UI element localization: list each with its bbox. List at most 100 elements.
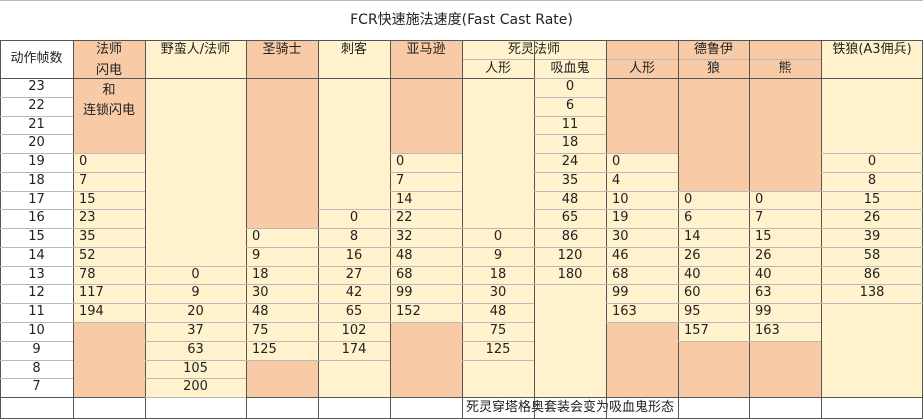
- grid-line: [0, 153, 73, 155]
- header-necromancer-human: 人形: [462, 59, 534, 78]
- grid-line: [145, 284, 246, 286]
- grid-line: [318, 322, 390, 323]
- grid-line: [0, 359, 73, 361]
- grid-line: [606, 322, 678, 323]
- sorceress-note-line: 和: [102, 83, 116, 98]
- grid-line: [678, 190, 749, 192]
- sorceress-note-line: 连锁闪电: [82, 103, 135, 118]
- grid-line: [390, 171, 462, 173]
- fcr-value: 163: [755, 323, 780, 338]
- table-title: FCR快速施法速度(Fast Cast Rate): [350, 12, 573, 28]
- grid-line: [246, 246, 318, 248]
- fcr-value: 6: [565, 97, 575, 113]
- fcr-value: 86: [863, 266, 881, 282]
- fcr-value: 48: [252, 304, 269, 320]
- frame-number: 21: [0, 115, 73, 135]
- fcr-value: 26: [684, 247, 701, 263]
- grid-line: [606, 40, 607, 419]
- fcr-value: 40: [684, 266, 701, 282]
- header-druid-bear: 熊: [749, 59, 821, 78]
- fcr-table-sheet: FCR快速施法速度(Fast Cast Rate) 死灵穿塔格奥套装会变为吸血鬼…: [0, 0, 923, 419]
- fcr-value: 8: [867, 172, 877, 188]
- grid-line: [0, 284, 73, 286]
- grid-line: [821, 153, 923, 155]
- grid-line: [318, 303, 390, 305]
- grid-line: [390, 190, 462, 192]
- grid-line: [73, 228, 145, 230]
- fcr-value: 0: [684, 191, 693, 207]
- grid-line: [390, 209, 462, 211]
- frame-number: 7: [0, 378, 73, 398]
- fcr-value: 125: [252, 341, 277, 357]
- sorceress-note: 闪电和连锁闪电: [73, 61, 145, 153]
- grid-line: [73, 284, 145, 286]
- fcr-value: 18: [489, 266, 507, 282]
- grid-line: [246, 228, 318, 230]
- grid-line: [462, 40, 463, 419]
- fcr-value: 0: [565, 79, 575, 94]
- frame-number: 9: [0, 340, 73, 360]
- frame-number: 16: [0, 209, 73, 229]
- header-iron-wolf: 铁狼(A3佣兵): [821, 40, 923, 59]
- fcr-value: 180: [557, 266, 583, 282]
- grid-line: [246, 322, 318, 323]
- fcr-value: 18: [561, 135, 579, 151]
- grid-line: [0, 246, 73, 248]
- grid-line: [749, 322, 821, 323]
- grid-line: [534, 190, 606, 192]
- fcr-value: 174: [341, 341, 367, 357]
- fcr-value: 10: [612, 191, 629, 207]
- fcr-value: 99: [396, 285, 413, 301]
- frame-number: 13: [0, 265, 73, 285]
- fcr-value: 157: [684, 323, 709, 338]
- grid-line: [246, 303, 318, 305]
- grid-line: [606, 246, 678, 248]
- fcr-value: 0: [396, 154, 405, 170]
- grid-line: [390, 228, 462, 230]
- fcr-value: 58: [863, 247, 881, 263]
- grid-line: [749, 340, 821, 342]
- fcr-value: 152: [396, 304, 421, 320]
- frame-number: 22: [0, 96, 73, 116]
- fcr-value: 194: [79, 304, 104, 320]
- frame-number: 17: [0, 190, 73, 210]
- grid-line: [318, 340, 390, 342]
- fcr-value: 30: [252, 285, 269, 301]
- fcr-value: 65: [561, 210, 579, 226]
- fcr-value: 35: [79, 229, 96, 245]
- grid-line: [534, 134, 606, 136]
- grid-line: [534, 115, 606, 117]
- grid-line: [0, 228, 73, 230]
- fcr-value: 15: [79, 191, 96, 207]
- fcr-value: 26: [755, 247, 772, 263]
- grid-line: [821, 190, 923, 192]
- grid-line: [318, 359, 390, 361]
- grid-line: [390, 246, 462, 248]
- grid-line: [678, 265, 749, 267]
- grid-line: [678, 303, 749, 305]
- fcr-value: 78: [79, 266, 96, 282]
- grid-line: [390, 303, 462, 305]
- fcr-value: 37: [187, 323, 204, 338]
- grid-line: [390, 322, 462, 323]
- column-body: [534, 284, 606, 398]
- header-druid: 德鲁伊: [606, 40, 821, 59]
- grid-line: [73, 190, 145, 192]
- frame-number: 14: [0, 246, 73, 266]
- fcr-value: 19: [612, 210, 629, 226]
- grid-line: [534, 284, 606, 286]
- grid-line: [821, 265, 923, 267]
- grid-line: [606, 284, 678, 286]
- fcr-value: 68: [396, 266, 413, 282]
- grid-line: [606, 153, 678, 155]
- fcr-value: 32: [396, 229, 413, 245]
- fcr-value: 18: [252, 266, 269, 282]
- grid-line: [318, 284, 390, 286]
- header-druid-wolf: 狼: [678, 59, 749, 78]
- footnote-spacer: [0, 397, 73, 419]
- fcr-value: 11: [561, 116, 579, 132]
- fcr-value: 200: [183, 379, 208, 395]
- grid-line: [145, 340, 246, 342]
- grid-line: [145, 397, 246, 399]
- grid-line: [462, 246, 534, 248]
